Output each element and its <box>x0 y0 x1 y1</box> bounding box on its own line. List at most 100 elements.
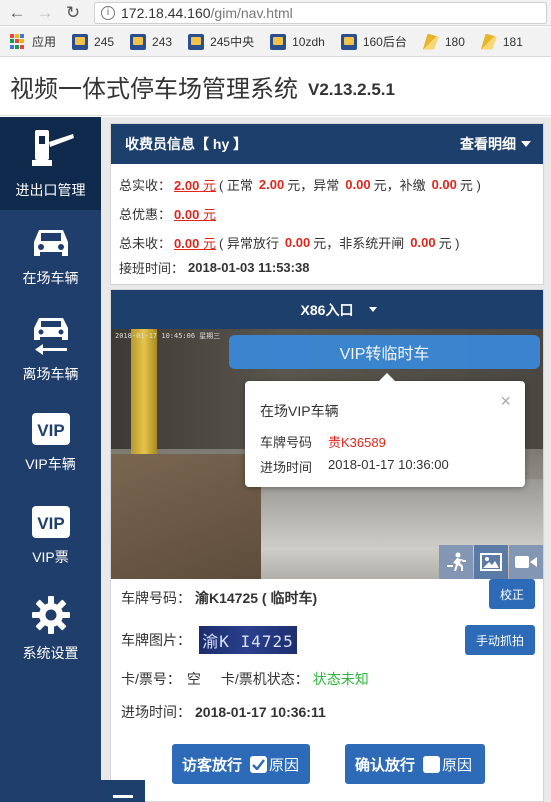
total-received-value: 2.00 <box>174 178 200 193</box>
shift-time-label: 接班时间： <box>119 260 185 276</box>
bookmark-label: 245中央 <box>210 35 255 49</box>
svg-text:VIP: VIP <box>37 421 64 440</box>
entry-time-row: 进场时间： 2018-01-17 10:36:11 <box>121 702 326 722</box>
manual-capture-button[interactable]: 手动抓拍 <box>465 625 535 655</box>
vip-vehicle-popover: 在场VIP车辆 × 车牌号码 贵K36589 进场时间 2018-01-17 1… <box>245 373 525 487</box>
video-camera-icon <box>515 556 537 568</box>
camera-feed[interactable]: 2018-01-17 10:45:06 星期三 VIP转临时车 在场VIP车辆 … <box>111 329 543 579</box>
close-icon[interactable]: × <box>500 391 511 412</box>
collapse-tab[interactable] <box>101 780 145 802</box>
confirm-reason-label: 原因 <box>442 756 473 774</box>
total-received-unit: 元 <box>202 178 216 193</box>
confirm-release-button[interactable]: 确认放行 原因 <box>345 744 485 784</box>
view-details-dropdown[interactable]: 查看明细 <box>460 134 531 154</box>
abnormal-value: 0.00 <box>345 177 371 192</box>
gear-icon <box>31 595 70 634</box>
bookmark-181[interactable]: 181 <box>480 33 523 50</box>
card-machine-label: 卡/票机状态： <box>220 671 309 687</box>
bookmark-label: 10zdh <box>292 34 325 49</box>
visitor-reason-label: 原因 <box>269 756 300 774</box>
gate-barrier-icon <box>31 129 74 166</box>
sidebar-item-departed-vehicles[interactable]: 离场车辆 <box>0 303 101 396</box>
popover-time-value: 2018-01-17 10:36:00 <box>328 457 449 472</box>
cashier-title: 收费员信息【 hy 】 <box>125 136 248 152</box>
shift-time-row: 接班时间： 2018-01-03 11:53:38 <box>119 257 535 277</box>
image-icon <box>480 553 502 571</box>
bookmark-apps[interactable]: 应用 <box>10 33 56 50</box>
visitor-release-label: 访客放行 <box>182 756 243 774</box>
bookmark-label: 应用 <box>32 35 57 49</box>
vehicle-info: 车牌号码： 渝K14725 ( 临时车) 校正 车牌图片： 渝K I4725 手… <box>111 579 543 801</box>
checkmark-icon <box>252 758 265 770</box>
snapshot-tool[interactable] <box>474 545 508 579</box>
confirm-release-label: 确认放行 <box>355 756 416 774</box>
apps-grid-icon <box>10 33 26 50</box>
supplement-unit: 元 ) <box>459 178 481 193</box>
entry-time-value: 2018-01-17 10:36:11 <box>195 704 326 720</box>
sidebar-item-label: 在场车辆 <box>22 269 79 286</box>
sidebar-item-vip-tickets[interactable]: VIP VIP票 <box>0 489 101 582</box>
bookmark-label: 245 <box>94 34 115 49</box>
shift-time-value: 2018-01-03 11:53:38 <box>188 259 310 275</box>
bookmark-245[interactable]: 245 <box>72 33 115 50</box>
plate-image-label: 车牌图片： <box>121 632 191 648</box>
sidebar-item-vip-vehicles[interactable]: VIP VIP车辆 <box>0 396 101 489</box>
bookmark-label: 180 <box>444 34 465 49</box>
total-discount-value-link[interactable]: 0.00 元 <box>174 204 216 223</box>
popover-time-label: 进场时间 <box>260 460 313 475</box>
video-tool[interactable] <box>509 545 543 579</box>
caret-down-icon <box>369 307 377 312</box>
visitor-release-button[interactable]: 访客放行 原因 <box>172 744 310 784</box>
sidebar-item-label: VIP车辆 <box>25 455 76 472</box>
card-value: 空 <box>186 671 201 687</box>
sidebar-item-system-settings[interactable]: 系统设置 <box>0 582 101 675</box>
bookmark-180[interactable]: 180 <box>422 33 465 50</box>
total-discount-unit: 元 <box>202 207 216 222</box>
view-details-label: 查看明细 <box>460 136 516 152</box>
browser-toolbar: ← → ↻ i 172.18.44.160/gim/nav.html <box>0 0 551 26</box>
bookmark-10zdh[interactable]: 10zdh <box>270 33 325 50</box>
bookmark-243[interactable]: 243 <box>130 33 172 50</box>
sidebar-item-label: 进出口管理 <box>15 181 86 198</box>
gate-open-tool[interactable] <box>439 545 473 579</box>
confirm-reason-checkbox[interactable] <box>423 755 441 773</box>
sidebar-item-parked-vehicles[interactable]: 在场车辆 <box>0 210 101 303</box>
back-icon[interactable]: ← <box>6 2 28 24</box>
total-received-value-link[interactable]: 2.00 元 <box>174 175 216 194</box>
address-bar[interactable]: i 172.18.44.160/gim/nav.html <box>94 1 547 24</box>
popover-time-row: 进场时间 2018-01-17 10:36:00 <box>260 457 449 476</box>
camera-toolbar <box>438 545 543 579</box>
total-received-label: 总实收： <box>119 178 172 193</box>
bookmark-gold-icon <box>480 33 497 50</box>
sidebar-item-gate-management[interactable]: 进出口管理 <box>0 117 101 210</box>
total-unpaid-label: 总未收： <box>119 236 172 251</box>
url-host: 172.18.44.160 <box>121 4 211 21</box>
verify-button[interactable]: 校正 <box>489 579 535 609</box>
popover-title: 在场VIP车辆 <box>260 403 339 419</box>
caret-down-icon <box>521 141 531 147</box>
cashier-body: 总实收： 2.00 元 ( 正常 2.00 元，异常 0.00 元，补缴 0.0… <box>111 164 543 283</box>
gate-name: X86入口 <box>300 302 354 318</box>
bookmark-icon <box>72 33 89 50</box>
main-content: 收费员信息【 hy 】 查看明细 总实收： 2.00 元 ( 正常 2.00 元… <box>101 117 551 802</box>
reload-icon[interactable]: ↻ <box>62 2 84 24</box>
vip-to-temporary-button[interactable]: VIP转临时车 <box>229 335 540 369</box>
bookmark-245-center[interactable]: 245中央 <box>188 33 254 50</box>
info-icon[interactable]: i <box>101 5 115 20</box>
bookmark-160-backend[interactable]: 160后台 <box>340 33 407 50</box>
entry-time-label: 进场时间： <box>121 704 191 720</box>
popover-plate-value: 贵K36589 <box>328 435 386 450</box>
gate-selector[interactable]: X86入口 <box>111 290 543 330</box>
url-path: /gim/nav.html <box>210 4 293 21</box>
supplement-value: 0.00 <box>431 177 457 192</box>
plate-number-value: 渝K14725 ( 临时车) <box>195 590 318 606</box>
visitor-reason-checkbox[interactable] <box>250 755 268 773</box>
abnormal-release-unit: 元，非系统开闸 <box>313 236 405 251</box>
popover-plate-label: 车牌号码 <box>260 435 313 450</box>
forward-icon[interactable]: → <box>34 2 56 24</box>
total-unpaid-value-link[interactable]: 0.00 元 <box>174 233 216 252</box>
total-discount-value: 0.00 <box>174 207 200 222</box>
non-system-open-value: 0.00 <box>410 235 436 250</box>
card-row: 卡/票号： 空 卡/票机状态： 状态未知 <box>121 669 369 689</box>
abnormal-unit: 元，补缴 <box>373 178 426 193</box>
